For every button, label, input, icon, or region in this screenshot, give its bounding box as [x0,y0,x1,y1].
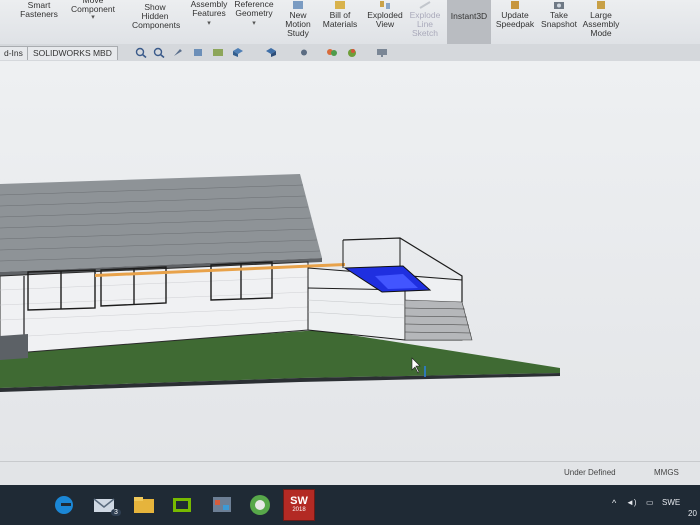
stairs [404,299,473,341]
update-speedpak-label: Update Speedpak [495,10,535,29]
explode-line-sketch-label: Explode Line Sketch [409,10,441,38]
exploded-view-label: Exploded View [367,10,403,29]
instant3d-button[interactable]: Instant3D [447,0,491,44]
show-hidden-components-label: Show Hidden Components [132,2,181,30]
tab-addins[interactable]: d-Ins [0,46,29,60]
exploded-view-button[interactable]: Exploded View [365,0,405,44]
chevron-up-icon[interactable]: ^ [612,498,616,508]
explode-line-sketch-button[interactable]: Explode Line Sketch [408,0,442,44]
reference-geometry-button[interactable]: Reference Geometry ▾ [232,0,276,44]
large-assembly-mode-label: Large Assembly Mode [582,10,620,38]
table-icon [335,1,345,9]
solidworks-logo-text: SW [290,495,308,507]
dynamic-annotation-icon[interactable] [212,47,224,58]
bill-of-materials-label: Bill of Materials [322,10,358,29]
windows-taskbar: 3 SW 2018 ^ ◄) ▭ SWE 20 [0,485,700,525]
smart-fasteners-label: Smart Fasteners [20,0,58,19]
speedpak-icon [511,1,519,9]
mail-unread-badge: 3 [111,509,121,516]
view-settings-icon[interactable] [376,47,388,58]
network-icon[interactable]: ▭ [646,498,654,507]
smart-fasteners-button[interactable]: Smart Fasteners [14,0,64,44]
volume-icon[interactable]: ◄) [626,498,637,507]
apply-scene-icon[interactable] [346,47,358,58]
zoom-to-area-icon[interactable] [153,47,165,58]
tab-solidworks-mbd[interactable]: SOLIDWORKS MBD [27,46,118,60]
chevron-down-icon[interactable]: ▾ [66,14,120,21]
large-assembly-icon [597,1,605,9]
reference-geometry-label: Reference Geometry [234,0,274,18]
assembly-features-button[interactable]: Assembly Features ▾ [187,0,231,44]
exploded-view-icon [380,1,390,9]
mail-icon[interactable] [88,489,120,521]
take-snapshot-label: Take Snapshot [541,10,577,29]
nvidia-icon[interactable] [166,489,198,521]
solidworks-version: 2018 [292,507,306,513]
chevron-down-icon[interactable]: ▾ [187,20,231,27]
motion-study-icon [293,1,303,9]
command-manager-ribbon: Smart Fasteners Move Component ▾ Show Hi… [0,0,700,45]
instant3d-label: Instant3D [450,11,488,21]
view-orientation-icon[interactable] [232,47,244,58]
house-model[interactable] [0,61,700,461]
clock[interactable]: 20 [688,509,697,518]
file-explorer-icon[interactable] [128,489,160,521]
zoom-to-fit-icon[interactable] [135,47,147,58]
section-view-icon[interactable] [192,47,204,58]
large-assembly-mode-button[interactable]: Large Assembly Mode [582,0,620,44]
status-bar: Under Defined MMGS [0,461,700,486]
edit-appearance-icon[interactable] [326,47,338,58]
show-hidden-components-button[interactable]: Show Hidden Components [132,0,181,44]
command-tab-bar: d-Ins SOLIDWORKS MBD [0,44,700,62]
assembly-features-label: Assembly Features [190,0,228,18]
units-indicator[interactable]: MMGS [654,468,679,477]
graphics-area[interactable] [0,61,700,461]
explode-line-icon [419,1,431,9]
definition-status: Under Defined [564,468,616,477]
bill-of-materials-button[interactable]: Bill of Materials [320,0,360,44]
new-motion-study-label: New Motion Study [285,10,311,38]
edge-browser-icon[interactable] [48,489,80,521]
control-panel-icon[interactable] [206,489,238,521]
display-style-icon[interactable] [265,47,277,58]
hide-show-items-icon[interactable] [298,47,310,58]
language-indicator[interactable]: SWE [662,498,680,507]
camera-icon [554,2,564,9]
previous-view-icon[interactable] [172,47,184,58]
browser-app-icon[interactable] [244,489,276,521]
move-component-button[interactable]: Move Component ▾ [66,0,120,44]
solidworks-taskbar-button[interactable]: SW 2018 [283,489,315,521]
new-motion-study-button[interactable]: New Motion Study [283,0,313,44]
update-speedpak-button[interactable]: Update Speedpak [495,0,535,44]
move-component-label: Move Component [71,0,115,14]
chevron-down-icon[interactable]: ▾ [232,20,276,27]
take-snapshot-button[interactable]: Take Snapshot [540,0,578,44]
